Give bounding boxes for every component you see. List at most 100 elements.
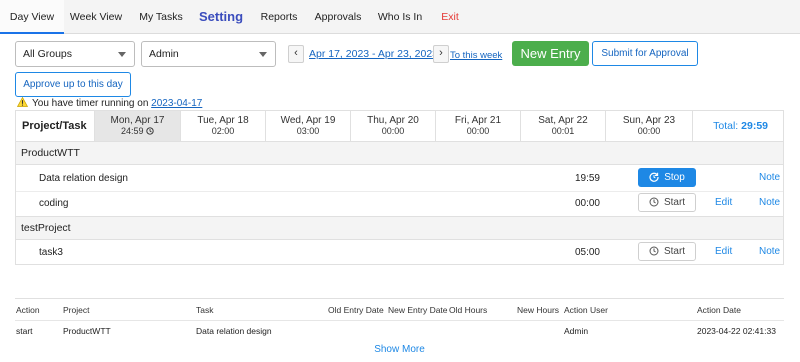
log-cell-date: 2023-04-22 02:41:33 [697,326,776,336]
day-time: 00:00 [466,126,490,136]
edit-link[interactable]: Edit [715,246,732,257]
start-label: Start [663,246,686,257]
date-range-link[interactable]: Apr 17, 2023 - Apr 23, 2023 [309,48,438,60]
start-timer-button[interactable]: Start [638,242,696,261]
log-cell-task: Data relation design [196,326,272,336]
task-row: coding 00:00 Start Edit Note [16,191,783,217]
log-cell-action: start [16,326,33,336]
day-time: 00:00 [381,126,405,136]
project-row: testProject [16,216,783,240]
day-time: 24:59 [95,126,180,137]
task-name: Data relation design [39,173,128,184]
day-time-value: 24:59 [120,126,144,136]
day-header-wed[interactable]: Wed, Apr 19 03:00 [266,111,351,141]
note-link[interactable]: Note [759,172,780,183]
week-total: Total: 29:59 [713,120,768,132]
next-week-button[interactable]: › [433,45,449,63]
log-header-cell: Action User [564,305,608,315]
log-header-cell: Action [16,305,40,315]
tab-approvals[interactable]: Approvals [310,0,366,34]
tab-setting[interactable]: Setting [195,0,247,34]
submit-for-approval-button[interactable]: Submit for Approval [592,41,698,66]
task-row: task3 05:00 Start Edit Note [16,240,783,266]
top-nav: Day View Week View My Tasks Setting Repo… [0,0,800,34]
day-time: 03:00 [296,126,320,136]
day-header-tue[interactable]: Tue, Apr 18 02:00 [181,111,266,141]
log-cell-project: ProductWTT [63,326,111,336]
day-label: Sun, Apr 23 [622,115,676,126]
approve-up-to-day-button[interactable]: Approve up to this day [15,72,131,97]
timer-note-text: You have timer running on [32,98,149,109]
tab-exit[interactable]: Exit [436,0,464,34]
timer-running-note: You have timer running on 2023-04-17 [17,97,202,110]
day-time: 00:00 [637,126,661,136]
day-header-thu[interactable]: Thu, Apr 20 00:00 [351,111,436,141]
project-task-label: Project/Task [22,120,87,132]
to-this-week-link[interactable]: To this week [450,50,502,61]
note-link[interactable]: Note [759,246,780,257]
task-time: 05:00 [574,247,600,258]
prev-week-button[interactable]: ‹ [288,45,304,63]
day-time: 00:01 [551,126,575,136]
group-select[interactable]: All Groups [15,41,135,67]
tab-week-view[interactable]: Week View [66,0,126,34]
new-entry-button[interactable]: New Entry [512,41,589,66]
chevron-left-icon: ‹ [294,47,298,59]
day-label: Mon, Apr 17 [110,115,165,126]
clock-icon [649,246,659,256]
day-header-fri[interactable]: Fri, Apr 21 00:00 [436,111,521,141]
project-name: ProductWTT [21,147,80,159]
day-label: Fri, Apr 21 [454,115,502,126]
project-row: ProductWTT [16,141,783,165]
day-label: Sat, Apr 22 [538,115,588,126]
day-header-sun[interactable]: Sun, Apr 23 00:00 [606,111,693,141]
log-row: start ProductWTT Data relation design Ad… [15,321,784,341]
log-header-cell: Task [196,305,214,315]
log-header-cell: Old Hours [449,305,488,315]
day-label: Tue, Apr 18 [197,115,249,126]
log-cell-user: Admin [564,326,589,336]
refresh-icon [649,172,659,182]
day-label: Wed, Apr 19 [280,115,336,126]
timer-date-link[interactable]: 2023-04-17 [151,98,202,109]
user-select-value: Admin [149,48,179,60]
task-row: Data relation design 19:59 Stop Note [16,166,783,192]
project-name: testProject [21,222,71,234]
edit-link[interactable]: Edit [715,197,732,208]
task-time: 19:59 [574,173,600,184]
chevron-down-icon [259,52,267,57]
log-header-cell: Old Entry Date [328,305,384,315]
activity-log-table: Action Project Task Old Entry Date New E… [15,298,784,361]
tab-my-tasks[interactable]: My Tasks [133,0,189,34]
log-header-cell: New Entry Date [388,305,448,315]
log-header-cell: New Hours [517,305,560,315]
chevron-down-icon [118,52,126,57]
clock-icon [649,197,659,207]
day-header-sat[interactable]: Sat, Apr 22 00:01 [521,111,606,141]
stop-timer-button[interactable]: Stop [638,168,696,187]
project-task-header: Project/Task [16,111,95,141]
total-value: 29:59 [741,120,768,132]
chevron-right-icon: › [439,47,443,59]
tab-who-is-in[interactable]: Who Is In [373,0,427,34]
log-header: Action Project Task Old Entry Date New E… [15,299,784,321]
log-header-cell: Action Date [697,305,741,315]
day-label: Thu, Apr 20 [367,115,419,126]
day-header-mon[interactable]: Mon, Apr 17 24:59 [95,111,181,141]
stop-label: Stop [664,172,685,183]
note-link[interactable]: Note [759,197,780,208]
total-label: Total: [713,120,739,132]
task-name: task3 [39,247,63,258]
tab-day-view[interactable]: Day View [0,0,64,34]
tab-reports[interactable]: Reports [254,0,304,34]
warning-icon [17,97,28,107]
timer-clock-icon [146,127,154,135]
start-label: Start [663,197,686,208]
show-more-link[interactable]: Show More [15,344,784,355]
day-time: 02:00 [211,126,235,136]
user-select[interactable]: Admin [141,41,276,67]
start-timer-button[interactable]: Start [638,193,696,212]
task-name: coding [39,198,69,209]
week-table: Project/Task Mon, Apr 17 24:59 Tue, Apr … [15,110,784,265]
group-select-value: All Groups [23,48,73,60]
